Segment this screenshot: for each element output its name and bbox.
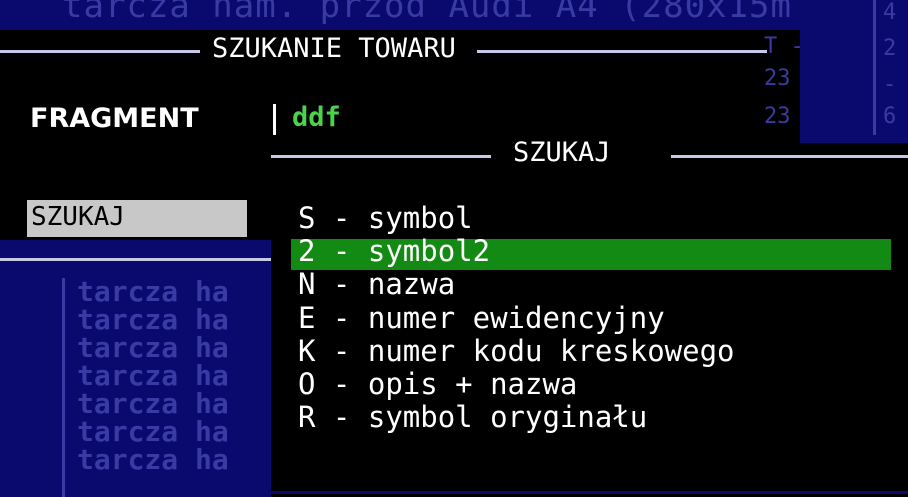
menu-item-symbol[interactable]: S - symbol [298, 201, 473, 235]
search-window-title: SZUKANIE TOWARU [212, 33, 456, 64]
menu-item-nazwa[interactable]: N - nazwa [298, 267, 455, 301]
popup-title: SZUKAJ [513, 137, 611, 168]
title-rule-right [477, 50, 767, 53]
right-col-a-2: 23 [764, 104, 791, 129]
fragment-label: FRAGMENT [30, 103, 199, 134]
right-col-b-1: 2 [883, 36, 897, 61]
bottom-rule [0, 258, 271, 261]
title-rule-left [0, 50, 200, 53]
right-col-b-2: - [883, 72, 897, 97]
menu-item-numer-ewidencyjny[interactable]: E - numer ewidencyjny [298, 301, 665, 335]
text-cursor [273, 104, 276, 135]
right-col-a-0: T - [764, 34, 804, 59]
list-border [62, 278, 65, 497]
menu-item-opis-nazwa[interactable]: O - opis + nazwa [298, 367, 577, 401]
right-col-b-0: 4 [883, 0, 897, 25]
menu-item-symbol-oryginalu[interactable]: R - symbol oryginału [298, 400, 647, 434]
search-button[interactable]: SZUKAJ [27, 200, 247, 237]
right-col-b-3: 6 [883, 104, 897, 129]
popup-title-rule-right [671, 155, 908, 158]
column-divider [873, 0, 876, 135]
popup-bottom-edge [271, 491, 908, 494]
right-col-a-1: 23 [764, 66, 791, 91]
menu-item-numer-kodu-kreskowego[interactable]: K - numer kodu kreskowego [298, 334, 735, 368]
popup-title-rule-left [271, 155, 491, 158]
list-item[interactable]: tarcza ha [77, 443, 229, 476]
menu-item-symbol2[interactable]: 2 - symbol2 [298, 234, 490, 268]
search-by-popup: SZUKAJ S - symbol 2 - symbol2 N - nazwa … [271, 137, 908, 497]
background-title: tarcza ham. przód Audi A4 (280x15m [62, 0, 792, 26]
fragment-input[interactable]: ddf [292, 102, 341, 133]
